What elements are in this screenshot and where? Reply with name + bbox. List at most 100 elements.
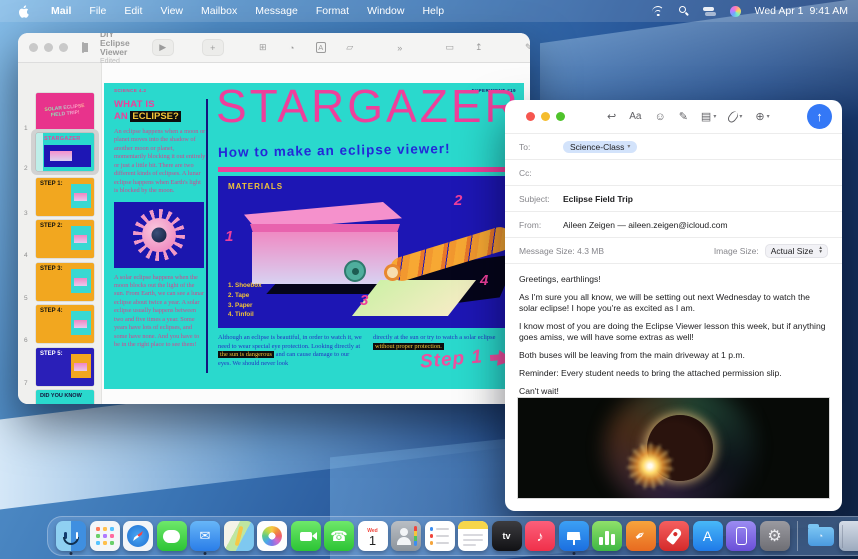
apple-menu-icon[interactable]: [18, 4, 30, 18]
more-toolbar-button[interactable]: »: [389, 39, 411, 56]
slide-thumbnail-5[interactable]: 5 STEP 3:: [18, 263, 102, 303]
slide-thumbnail-6[interactable]: 6 STEP 4:: [18, 305, 102, 345]
mail-compose-window[interactable]: ↩ Aa ☺ ✎ ▤▾ ▾ ⊕▾ ↑ To: Science-Class ▾ C…: [505, 100, 842, 511]
play-button[interactable]: ▶: [152, 39, 174, 56]
to-field[interactable]: To: Science-Class ▾: [505, 134, 842, 160]
dock-calendar-icon[interactable]: Wed 1: [358, 521, 388, 551]
dock-mail-icon[interactable]: ✉: [190, 521, 220, 551]
footer-left-column: Although an eclipse is beautiful, in ord…: [218, 334, 363, 369]
table-button[interactable]: ⊞: [252, 39, 274, 56]
dock-pages-icon[interactable]: ✒: [626, 521, 656, 551]
add-slide-button[interactable]: +: [202, 39, 224, 56]
sun-illustration: [114, 202, 204, 268]
slide-divider-line: [206, 99, 208, 373]
slide-thumbnail-1[interactable]: 1 SOLAR ECLIPSE FIELD TRIP!: [18, 93, 102, 133]
slide-thumbnail-3[interactable]: 3 STEP 1:: [18, 178, 102, 218]
menu-date: Wed Apr 1: [755, 5, 804, 17]
step-annotation: Step 1: [419, 346, 484, 373]
share-button[interactable]: ↥: [468, 39, 490, 56]
current-slide[interactable]: SCIENCE 4.2 EXPERIMENT #19 WHAT IS AN EC…: [104, 83, 524, 389]
emoji-icon[interactable]: ☺: [654, 111, 665, 123]
slide-accent-bar: [218, 167, 512, 172]
text-button[interactable]: A: [310, 39, 332, 56]
dock-contacts-icon[interactable]: [391, 521, 421, 551]
keynote-traffic-lights[interactable]: [29, 43, 68, 52]
cc-field[interactable]: Cc:: [505, 160, 842, 186]
mail-toolbar: ↩ Aa ☺ ✎ ▤▾ ▾ ⊕▾ ↑: [505, 100, 842, 134]
header-fields-icon[interactable]: ▤▾: [701, 110, 716, 123]
markup-icon[interactable]: ✎: [679, 110, 688, 123]
mail-traffic-lights[interactable]: [526, 112, 565, 121]
keynote-title-block: DIY Eclipse Viewer Edited: [100, 33, 130, 65]
dock-keynote-icon[interactable]: [559, 521, 589, 551]
body-paragraph: Both buses will be leaving from the main…: [519, 350, 828, 361]
dock-app-store-icon[interactable]: A: [693, 521, 723, 551]
menu-item-edit[interactable]: Edit: [115, 5, 151, 17]
menu-app-name[interactable]: Mail: [42, 5, 80, 17]
running-indicator: [70, 552, 73, 555]
attach-file-icon[interactable]: ▾: [729, 111, 742, 123]
slide-canvas[interactable]: SCIENCE 4.2 EXPERIMENT #19 WHAT IS AN EC…: [102, 63, 530, 404]
recipient-token[interactable]: Science-Class ▾: [563, 141, 637, 153]
spotlight-search-icon[interactable]: [679, 6, 689, 16]
eclipse-photo-attachment[interactable]: [517, 397, 830, 499]
dock-numbers-icon[interactable]: [592, 521, 622, 551]
dock-safari-icon[interactable]: [123, 521, 153, 551]
format-text-icon[interactable]: Aa: [629, 111, 641, 122]
menu-item-view[interactable]: View: [151, 5, 192, 17]
sidebar-toggle-icon[interactable]: [82, 42, 84, 53]
dock-divider: [797, 521, 798, 551]
running-indicator: [572, 552, 575, 555]
dock-trash-icon[interactable]: [839, 521, 858, 551]
menu-item-file[interactable]: File: [80, 5, 115, 17]
callout-number-4: 4: [480, 272, 488, 289]
slide-thumbnail-7[interactable]: 7 STEP 5:: [18, 348, 102, 388]
dock-messages-icon[interactable]: [157, 521, 187, 551]
comment-button[interactable]: ▭: [439, 39, 461, 56]
materials-list: 1. Shoebox 2. Tape 3. Paper 4. Tinfoil: [228, 281, 262, 320]
format-button[interactable]: ✎: [518, 39, 530, 56]
keynote-window[interactable]: DIY Eclipse Viewer Edited ▶ + ⊞ ◔ A ▱ » …: [18, 33, 530, 404]
slide-thumbnail-8[interactable]: 8 DID YOU KNOW: [18, 390, 102, 404]
send-button[interactable]: ↑: [807, 104, 832, 129]
dock-phone-icon[interactable]: ☎: [324, 521, 354, 551]
shape-button[interactable]: ▱: [339, 39, 361, 56]
menu-item-format[interactable]: Format: [307, 5, 358, 17]
body-paragraph: As I'm sure you all know, we will be set…: [519, 292, 828, 314]
dock-downloads-icon[interactable]: [806, 521, 836, 551]
image-size-select[interactable]: Actual Size ▴▾: [765, 244, 828, 258]
dock-music-icon[interactable]: ♪: [525, 521, 555, 551]
slide-thumbnail-4[interactable]: 4 STEP 2:: [18, 220, 102, 260]
wifi-icon[interactable]: [652, 6, 665, 16]
dock-finder-icon[interactable]: [56, 521, 86, 551]
dock-iphone-mirroring-icon[interactable]: [726, 521, 756, 551]
dock-facetime-icon[interactable]: [291, 521, 321, 551]
dock-launchpad-icon[interactable]: [90, 521, 120, 551]
slide-subtitle: How to make an eclipse viewer!: [218, 141, 451, 160]
subject-field[interactable]: Subject: Eclipse Field Trip: [505, 186, 842, 212]
dock-tv-icon[interactable]: tv: [492, 521, 522, 551]
dock-reminders-icon[interactable]: [425, 521, 455, 551]
insert-icon[interactable]: ⊕▾: [755, 110, 769, 123]
message-body[interactable]: Greetings, earthlings! As I'm sure you a…: [505, 264, 842, 395]
undo-icon[interactable]: ↩: [607, 110, 616, 123]
materials-box: MATERIALS 1 2 3 4 1. Shoebox: [218, 176, 512, 328]
menu-time: 9:41 AM: [809, 5, 848, 17]
dock-maps-icon[interactable]: [224, 521, 254, 551]
menu-item-help[interactable]: Help: [413, 5, 453, 17]
from-field[interactable]: From: Aileen Zeigen — aileen.zeigen@iclo…: [505, 212, 842, 238]
slide-thumbnail-2-selected[interactable]: 2 STARGAZER: [18, 133, 102, 173]
siri-icon[interactable]: [730, 6, 741, 17]
dock-system-settings-icon[interactable]: ⚙: [760, 521, 790, 551]
dock-rocket-app-icon[interactable]: [659, 521, 689, 551]
control-center-icon[interactable]: [703, 7, 716, 16]
recipient-chevron-icon: ▾: [627, 143, 630, 150]
chart-button[interactable]: ◔: [281, 39, 303, 56]
menu-item-message[interactable]: Message: [246, 5, 307, 17]
menu-item-mailbox[interactable]: Mailbox: [192, 5, 246, 17]
dock-notes-icon[interactable]: [458, 521, 488, 551]
menu-clock[interactable]: Wed Apr 1 9:41 AM: [755, 5, 848, 17]
dock-photos-icon[interactable]: [257, 521, 287, 551]
menu-item-window[interactable]: Window: [358, 5, 413, 17]
slide-paragraph-2: A solar eclipse happens when the moon bl…: [114, 274, 206, 350]
